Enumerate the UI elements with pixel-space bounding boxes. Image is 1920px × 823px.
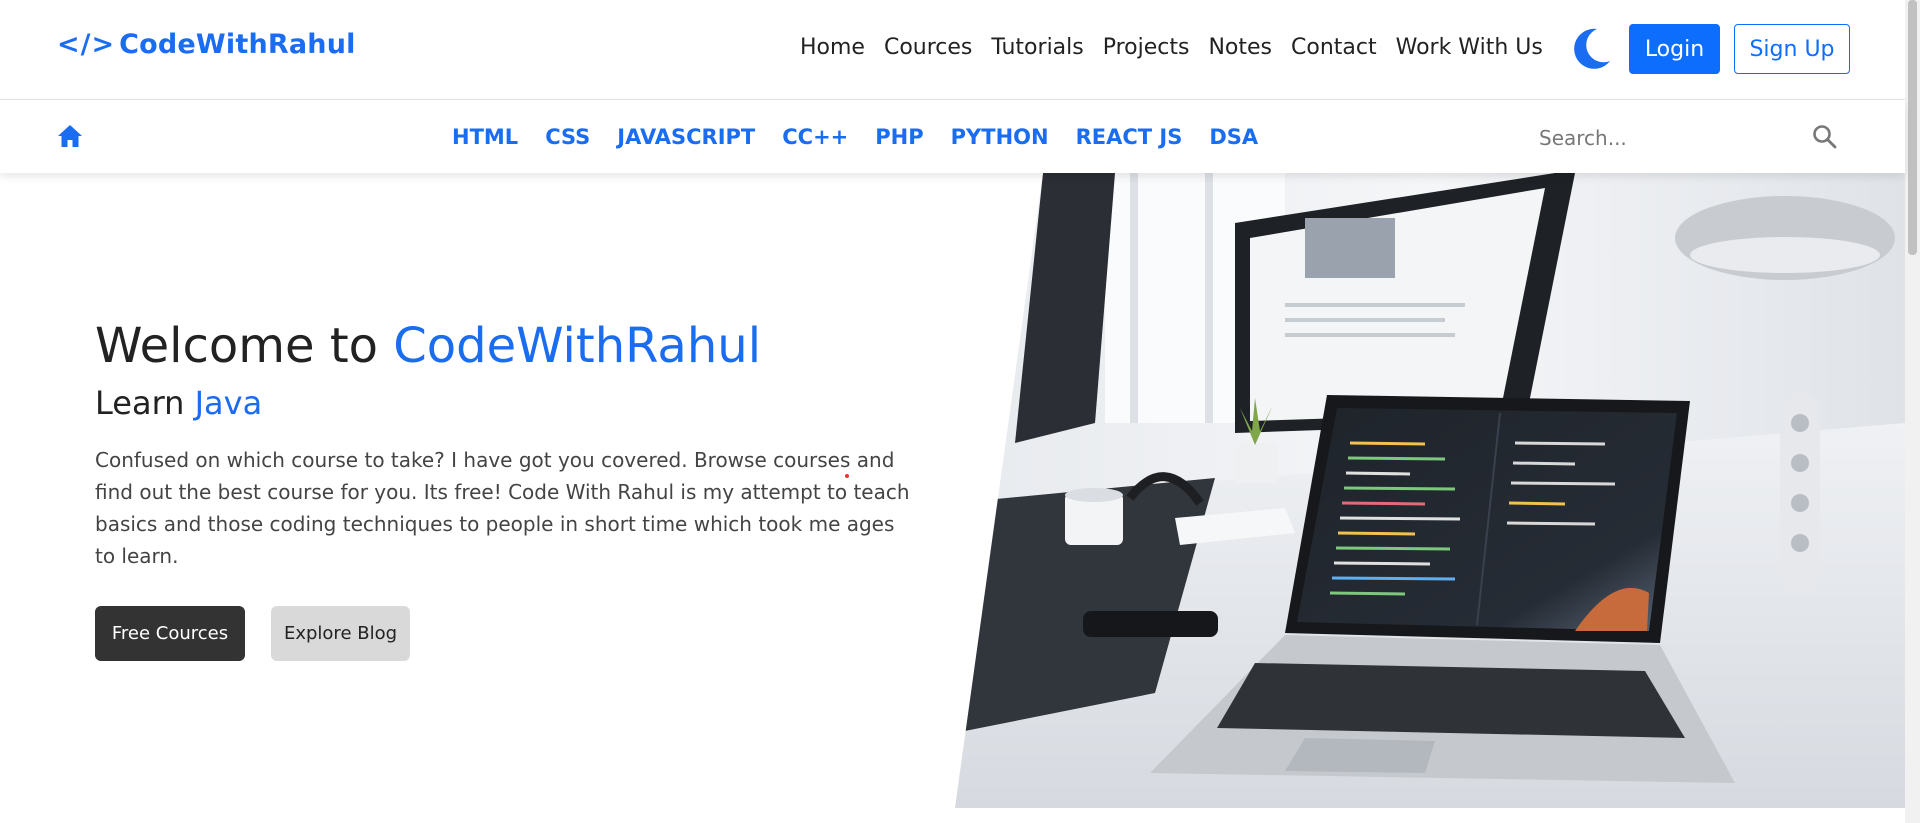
lang-link-c-cpp[interactable]: CC++: [782, 125, 848, 149]
main-nav: Home Cources Tutorials Projects Notes Co…: [800, 27, 1562, 67]
laptop-desk-photo: [955, 173, 1905, 808]
hero-subtitle-accent: Java: [194, 384, 263, 422]
cursor-dot: [845, 474, 849, 478]
lang-link-javascript[interactable]: JAVASCRIPT: [617, 125, 755, 149]
lang-link-css[interactable]: CSS: [545, 125, 590, 149]
home-icon[interactable]: [57, 124, 83, 148]
nav-link-home[interactable]: Home: [800, 35, 865, 60]
nav-link-work-with-us[interactable]: Work With Us: [1396, 35, 1543, 60]
language-nav: HTML CSS JAVASCRIPT CC++ PHP PYTHON REAC…: [452, 100, 1285, 173]
hero-title-prefix: Welcome to: [95, 318, 394, 374]
nav-link-contact[interactable]: Contact: [1291, 35, 1377, 60]
nav-link-tutorials[interactable]: Tutorials: [991, 35, 1083, 60]
brand-name: CodeWithRahul: [119, 28, 356, 60]
hero-title: Welcome to CodeWithRahul: [95, 318, 761, 374]
nav-link-projects[interactable]: Projects: [1103, 35, 1190, 60]
nav-link-notes[interactable]: Notes: [1208, 35, 1272, 60]
login-button[interactable]: Login: [1629, 24, 1720, 74]
lang-link-react-js[interactable]: REACT JS: [1076, 125, 1183, 149]
scrollbar-thumb[interactable]: [1908, 0, 1917, 255]
brand-logo-link[interactable]: </> CodeWithRahul: [57, 24, 356, 64]
nav-link-cources[interactable]: Cources: [884, 35, 972, 60]
explore-blog-button[interactable]: Explore Blog: [271, 606, 410, 661]
code-brackets-icon: </>: [57, 28, 116, 60]
hero-subtitle: Learn Java: [95, 384, 262, 422]
hero-title-accent: CodeWithRahul: [393, 318, 762, 374]
lang-link-python[interactable]: PYTHON: [951, 125, 1049, 149]
moon-icon[interactable]: [1570, 27, 1612, 71]
lang-link-html[interactable]: HTML: [452, 125, 518, 149]
lang-link-php[interactable]: PHP: [875, 125, 923, 149]
search-input[interactable]: [1537, 118, 1841, 158]
signup-button[interactable]: Sign Up: [1734, 24, 1850, 74]
search-icon[interactable]: [1812, 124, 1837, 149]
free-cources-button[interactable]: Free Cources: [95, 606, 245, 661]
hero-subtitle-prefix: Learn: [95, 384, 195, 422]
lang-link-dsa[interactable]: DSA: [1209, 125, 1258, 149]
hero-description: Confused on which course to take? I have…: [95, 448, 910, 568]
